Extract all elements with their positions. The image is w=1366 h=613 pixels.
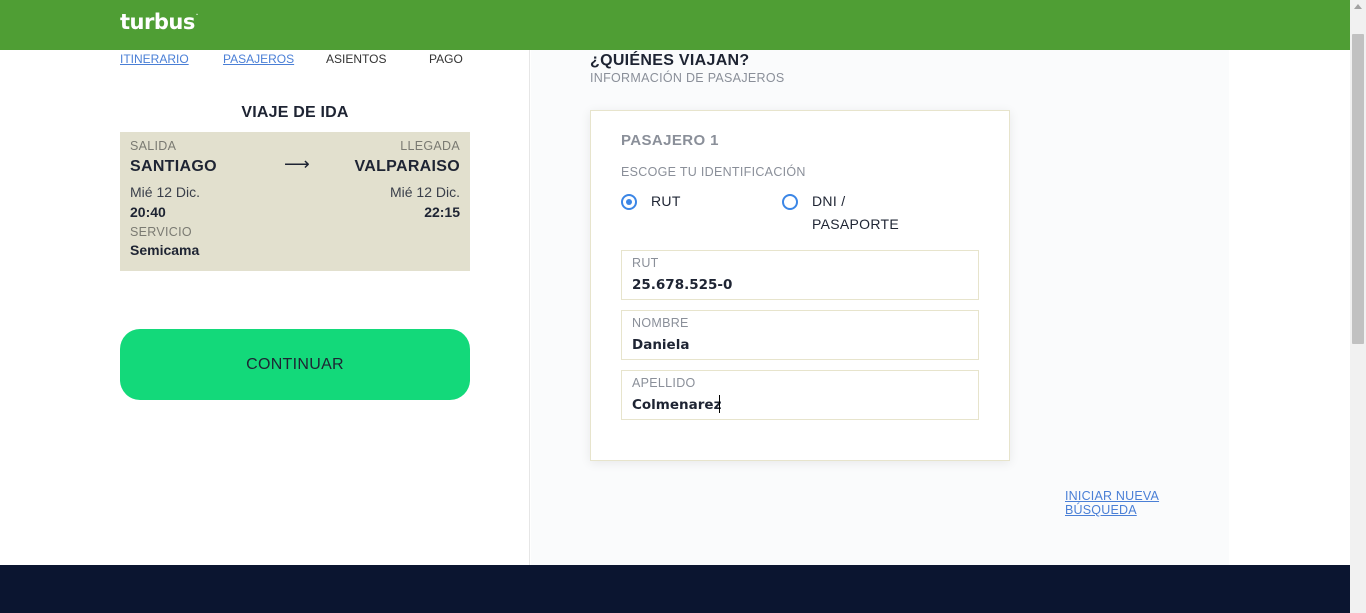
origin-city: SANTIAGO <box>130 158 217 175</box>
arrival-label: LLEGADA <box>400 139 460 153</box>
page: turbus. ITINERARIO PASAJEROS ASIENTOS PA… <box>0 0 1366 613</box>
nombre-field-label: NOMBRE <box>632 316 689 330</box>
arrival-time: 22:15 <box>424 204 460 220</box>
step-itinerario-link[interactable]: ITINERARIO <box>120 52 189 66</box>
trip-summary-column: ITINERARIO PASAJEROS ASIENTOS PAGO VIAJE… <box>0 50 530 565</box>
apellido-field[interactable]: APELLIDO <box>621 370 979 420</box>
step-pago: PAGO <box>429 52 463 66</box>
passenger-card: PASAJERO 1 ESCOGE TU IDENTIFICACIÓN RUT … <box>590 110 1010 461</box>
logo-mark: . <box>195 10 198 17</box>
dni-passport-radio[interactable] <box>782 194 798 210</box>
text-caret <box>719 395 720 413</box>
departure-date: Mié 12 Dic. <box>130 184 201 200</box>
trip-title: VIAJE DE IDA <box>241 104 349 121</box>
dni-radio-label[interactable]: DNI / <box>812 190 845 213</box>
arrow-right-icon: ⟶ <box>284 154 310 174</box>
top-bar: turbus. <box>0 0 1350 50</box>
service-label: SERVICIO <box>130 225 192 239</box>
scrollbar-thumb[interactable] <box>1352 34 1364 344</box>
continue-button[interactable]: CONTINUAR <box>120 329 470 400</box>
rut-radio-label[interactable]: RUT <box>651 190 681 213</box>
rut-field[interactable]: RUT <box>621 250 979 300</box>
service-type: Semicama <box>130 242 200 258</box>
passenger-title: PASAJERO 1 <box>621 132 719 149</box>
logo-text: turbus <box>120 10 195 34</box>
apellido-field-label: APELLIDO <box>632 376 696 390</box>
departure-time: 20:40 <box>130 204 166 220</box>
rut-input[interactable] <box>632 275 962 295</box>
passengers-column: ¿QUIÉNES VIAJAN? INFORMACIÓN DE PASAJERO… <box>531 50 1229 565</box>
scroll-up-arrow-icon[interactable] <box>1354 4 1362 9</box>
passengers-subtitle: INFORMACIÓN DE PASAJEROS <box>590 71 785 85</box>
nombre-input[interactable] <box>632 335 962 355</box>
footer <box>0 565 1350 613</box>
apellido-input[interactable] <box>632 395 962 415</box>
new-search-link[interactable]: INICIAR NUEVA BÚSQUEDA <box>1065 489 1229 517</box>
passengers-title: ¿QUIÉNES VIAJAN? <box>590 52 750 69</box>
step-asientos: ASIENTOS <box>326 52 387 66</box>
step-pasajeros-link[interactable]: PASAJEROS <box>223 52 294 66</box>
nombre-field[interactable]: NOMBRE <box>621 310 979 360</box>
rut-radio[interactable] <box>621 194 637 210</box>
passport-radio-label[interactable]: PASAPORTE <box>812 213 899 236</box>
arrival-date: Mié 12 Dic. <box>389 184 460 200</box>
turbus-logo[interactable]: turbus. <box>120 10 198 34</box>
id-type-label: ESCOGE TU IDENTIFICACIÓN <box>621 165 806 179</box>
destination-city: VALPARAISO <box>354 158 460 175</box>
rut-field-label: RUT <box>632 256 659 270</box>
trip-card: SALIDA LLEGADA SANTIAGO ⟶ VALPARAISO Mié… <box>120 132 470 271</box>
vertical-scrollbar[interactable] <box>1350 0 1366 613</box>
departure-label: SALIDA <box>130 139 177 153</box>
